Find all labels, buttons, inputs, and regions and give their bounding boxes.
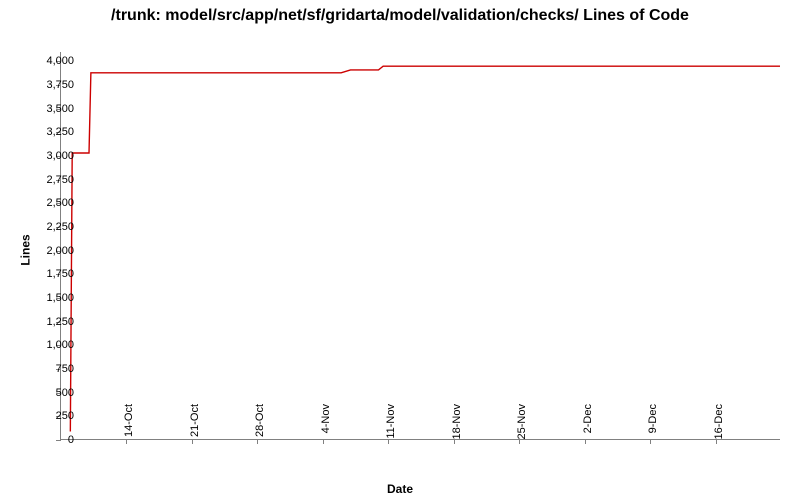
y-tick-label: 3,250 <box>46 126 74 138</box>
y-tick-label: 1,500 <box>46 292 74 304</box>
x-tick-label: 4-Nov <box>320 404 332 433</box>
y-tick-label: 2,250 <box>46 221 74 233</box>
x-tick <box>519 439 520 444</box>
x-tick-label: 16-Dec <box>713 404 725 439</box>
x-tick-label: 18-Nov <box>451 404 463 439</box>
x-tick <box>323 439 324 444</box>
y-axis-label: Lines <box>19 234 33 265</box>
y-tick-label: 4,000 <box>46 55 74 67</box>
x-tick <box>454 439 455 444</box>
x-tick-label: 14-Oct <box>123 404 135 437</box>
x-tick-label: 11-Nov <box>385 404 397 439</box>
y-tick-label: 2,750 <box>46 174 74 186</box>
y-tick-label: 1,750 <box>46 268 74 280</box>
y-tick-label: 3,000 <box>46 150 74 162</box>
plot-area <box>60 52 780 440</box>
chart-title: /trunk: model/src/app/net/sf/gridarta/mo… <box>0 6 800 26</box>
y-tick-label: 1,000 <box>46 339 74 351</box>
y-tick <box>56 440 61 441</box>
x-tick-label: 9-Dec <box>647 404 659 433</box>
y-tick-label: 1,250 <box>46 316 74 328</box>
y-tick-label: 2,000 <box>46 245 74 257</box>
y-tick-label: 250 <box>56 410 74 422</box>
x-tick <box>388 439 389 444</box>
x-tick <box>716 439 717 444</box>
x-tick <box>585 439 586 444</box>
x-tick <box>257 439 258 444</box>
line-series <box>61 52 780 439</box>
x-tick-label: 21-Oct <box>189 404 201 437</box>
y-tick-label: 750 <box>56 363 74 375</box>
y-tick-label: 0 <box>68 434 74 446</box>
x-tick-label: 28-Oct <box>254 404 266 437</box>
y-tick-label: 3,500 <box>46 103 74 115</box>
y-tick-label: 500 <box>56 387 74 399</box>
y-tick-label: 2,500 <box>46 197 74 209</box>
y-tick-label: 3,750 <box>46 79 74 91</box>
x-tick-label: 25-Nov <box>516 404 528 439</box>
x-tick <box>126 439 127 444</box>
x-tick <box>650 439 651 444</box>
x-tick <box>192 439 193 444</box>
x-axis-label: Date <box>0 482 800 496</box>
x-tick-label: 2-Dec <box>582 404 594 433</box>
